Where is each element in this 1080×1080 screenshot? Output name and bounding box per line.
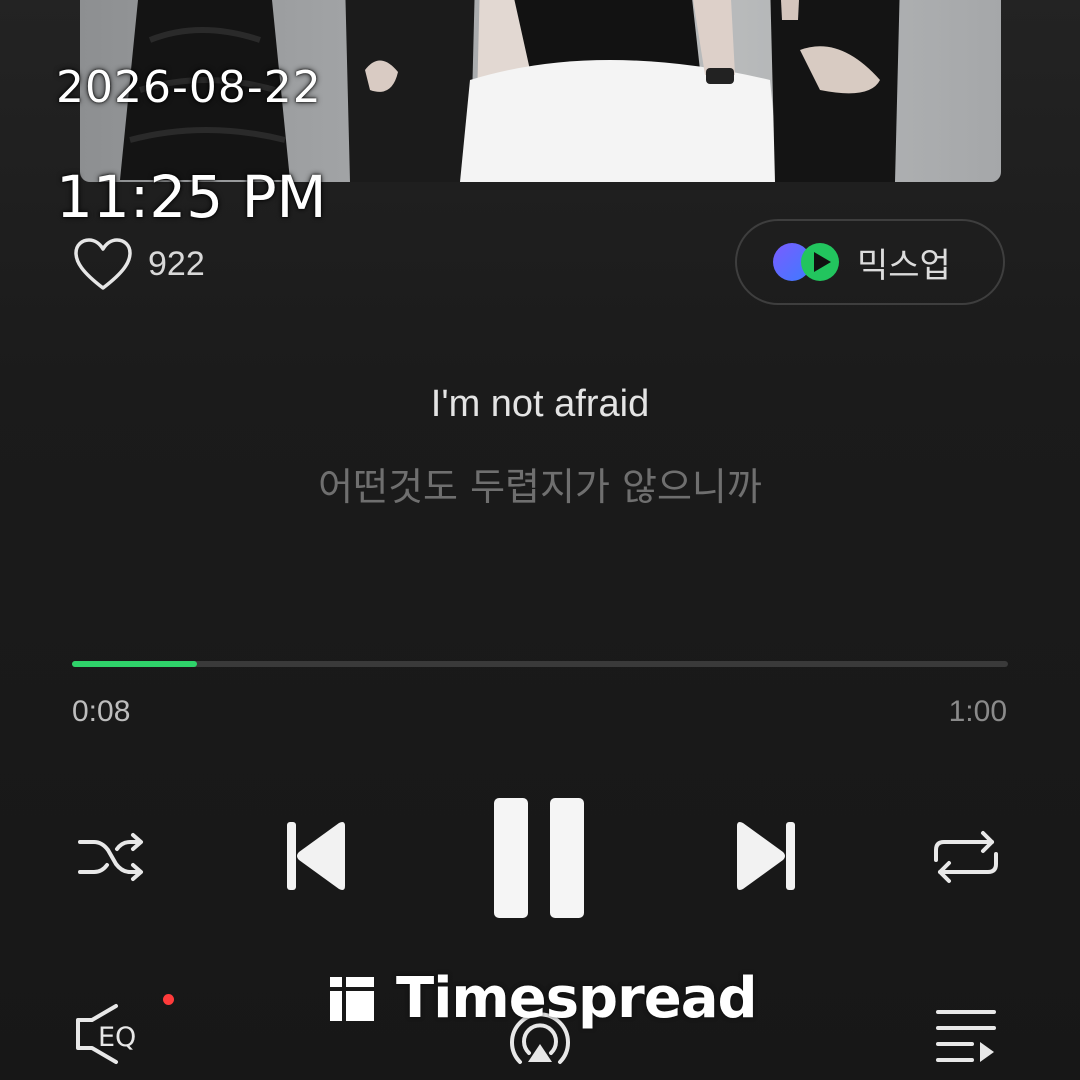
timespread-logo-icon: [330, 976, 374, 1021]
mixup-label: 믹스업: [857, 245, 951, 286]
mixup-button[interactable]: 믹스업: [735, 219, 1005, 305]
equalizer-icon: EQ: [76, 1004, 136, 1064]
progress-bar[interactable]: [72, 661, 1008, 667]
total-duration: 1:00: [948, 695, 1007, 728]
overlay-time: 11:25 PM: [56, 163, 327, 231]
pause-icon: [494, 798, 584, 918]
shuffle-button[interactable]: [76, 826, 148, 888]
repeat-icon: [934, 831, 998, 883]
skip-next-icon: [737, 822, 795, 890]
next-track-button[interactable]: [733, 818, 799, 894]
eq-label: EQ: [98, 1022, 136, 1053]
timespread-watermark: Timespread: [328, 966, 758, 1031]
music-player-screen: 2026-08-22 11:25 PM 922 믹스업 I'm not afra…: [0, 0, 1080, 1080]
elapsed-time: 0:08: [72, 695, 131, 728]
repeat-button[interactable]: [930, 826, 1002, 888]
watermark-text: Timespread: [396, 966, 758, 1031]
heart-outline-icon: [74, 238, 132, 290]
like-button[interactable]: 922: [72, 236, 205, 292]
lyric-translation[interactable]: 어떤것도 두렵지가 않으니까: [0, 456, 1080, 511]
lyric-current-line[interactable]: I'm not afraid: [0, 383, 1080, 426]
playlist-icon: [936, 1010, 996, 1062]
pause-button[interactable]: [492, 796, 588, 920]
previous-track-button[interactable]: [283, 818, 349, 894]
playlist-button[interactable]: [934, 1004, 1000, 1068]
eq-notification-dot: [163, 994, 174, 1005]
like-count: 922: [148, 244, 205, 283]
shuffle-icon: [78, 833, 143, 881]
equalizer-button[interactable]: EQ: [72, 998, 162, 1070]
overlay-date: 2026-08-22: [56, 62, 322, 113]
progress-fill: [72, 661, 197, 667]
mixup-logo-icon: [773, 243, 839, 281]
skip-previous-icon: [287, 822, 345, 890]
